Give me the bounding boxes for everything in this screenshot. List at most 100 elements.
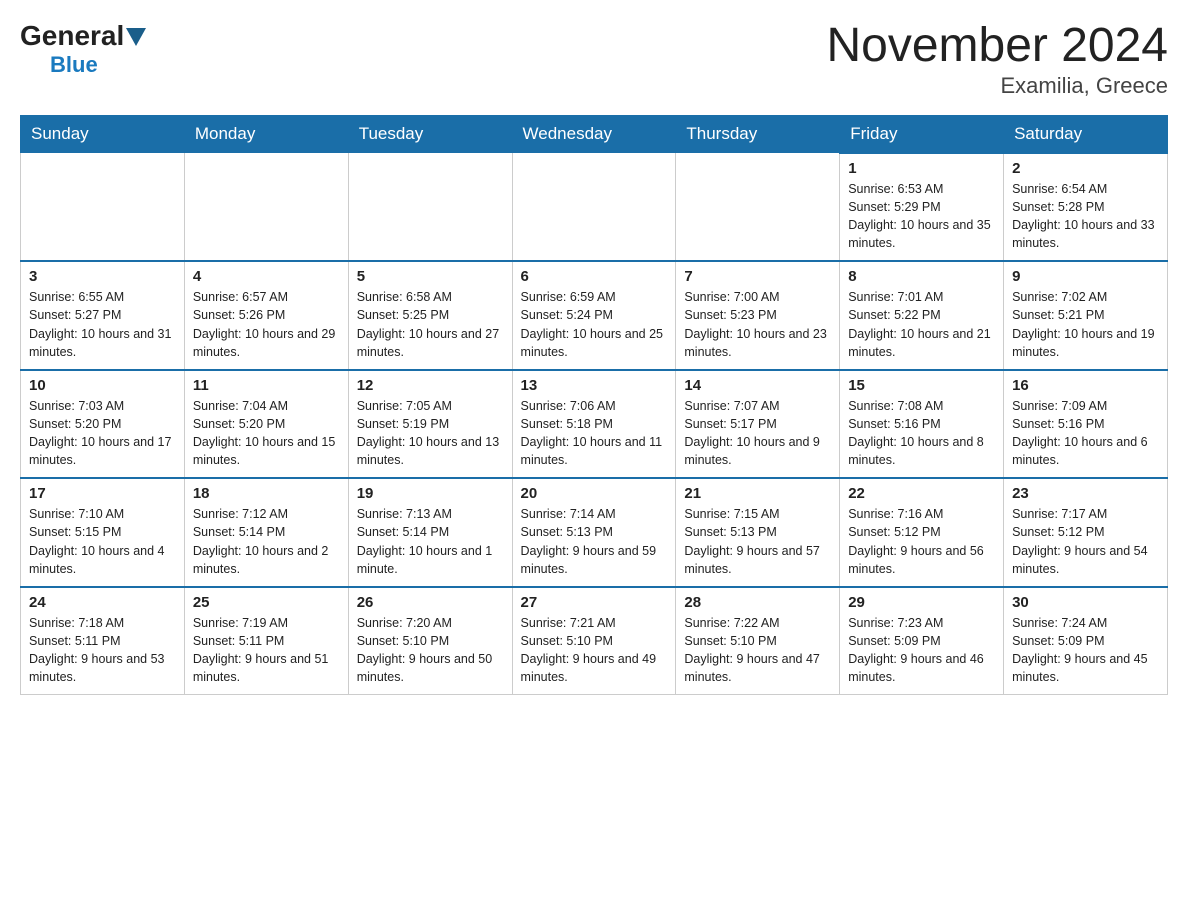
col-monday: Monday <box>184 115 348 153</box>
table-row: 1 Sunrise: 6:53 AM Sunset: 5:29 PM Daylig… <box>840 153 1004 262</box>
table-row: 5Sunrise: 6:58 AM Sunset: 5:25 PM Daylig… <box>348 261 512 370</box>
logo-triangle-icon <box>126 28 146 46</box>
calendar-week-row: 3Sunrise: 6:55 AM Sunset: 5:27 PM Daylig… <box>21 261 1168 370</box>
col-thursday: Thursday <box>676 115 840 153</box>
table-row <box>21 153 185 262</box>
day-number: 17 <box>29 485 176 502</box>
table-row <box>676 153 840 262</box>
day-number: 29 <box>848 594 995 611</box>
table-row: 19 Sunrise: 7:13 AM Sunset: 5:14 PM Dayli… <box>348 478 512 587</box>
day-info: Sunrise: 7:02 AM Sunset: 5:21 PM Dayligh… <box>1012 288 1159 361</box>
day-info: Sunrise: 7:07 AM Sunset: 5:17 PM Dayligh… <box>684 397 831 470</box>
table-row: 7Sunrise: 7:00 AM Sunset: 5:23 PM Daylig… <box>676 261 840 370</box>
day-info: Sunrise: 7:09 AM Sunset: 5:16 PM Dayligh… <box>1012 397 1159 470</box>
day-number: 9 <box>1012 268 1159 285</box>
table-row: 23 Sunrise: 7:17 AM Sunset: 5:12 PM Dayli… <box>1004 478 1168 587</box>
title-section: November 2024 Examilia, Greece <box>826 20 1168 99</box>
day-number: 12 <box>357 377 504 394</box>
table-row: 8 Sunrise: 7:01 AM Sunset: 5:22 PM Daylig… <box>840 261 1004 370</box>
table-row: 13Sunrise: 7:06 AM Sunset: 5:18 PM Dayli… <box>512 370 676 479</box>
table-row: 25Sunrise: 7:19 AM Sunset: 5:11 PM Dayli… <box>184 587 348 695</box>
day-info: Sunrise: 7:08 AM Sunset: 5:16 PM Dayligh… <box>848 397 995 470</box>
table-row: 17 Sunrise: 7:10 AM Sunset: 5:15 PM Dayli… <box>21 478 185 587</box>
table-row: 21 Sunrise: 7:15 AM Sunset: 5:13 PM Dayli… <box>676 478 840 587</box>
table-row <box>512 153 676 262</box>
blue-label: Blue <box>50 52 98 77</box>
calendar-week-row: 17 Sunrise: 7:10 AM Sunset: 5:15 PM Dayli… <box>21 478 1168 587</box>
table-row: 28 Sunrise: 7:22 AM Sunset: 5:10 PM Dayli… <box>676 587 840 695</box>
col-friday: Friday <box>840 115 1004 153</box>
day-number: 1 <box>848 160 995 177</box>
day-info: Sunrise: 7:13 AM Sunset: 5:14 PM Dayligh… <box>357 505 504 578</box>
day-info: Sunrise: 7:05 AM Sunset: 5:19 PM Dayligh… <box>357 397 504 470</box>
day-number: 3 <box>29 268 176 285</box>
day-info: Sunrise: 7:04 AM Sunset: 5:20 PM Dayligh… <box>193 397 340 470</box>
day-number: 6 <box>521 268 668 285</box>
day-number: 4 <box>193 268 340 285</box>
table-row <box>184 153 348 262</box>
day-info: Sunrise: 7:20 AM Sunset: 5:10 PM Dayligh… <box>357 614 504 687</box>
day-number: 20 <box>521 485 668 502</box>
day-info: Sunrise: 7:01 AM Sunset: 5:22 PM Dayligh… <box>848 288 995 361</box>
day-number: 19 <box>357 485 504 502</box>
day-info: Sunrise: 6:57 AM Sunset: 5:26 PM Dayligh… <box>193 288 340 361</box>
day-number: 22 <box>848 485 995 502</box>
table-row: 22Sunrise: 7:16 AM Sunset: 5:12 PM Dayli… <box>840 478 1004 587</box>
day-number: 16 <box>1012 377 1159 394</box>
day-info: Sunrise: 7:21 AM Sunset: 5:10 PM Dayligh… <box>521 614 668 687</box>
calendar-header-row: Sunday Monday Tuesday Wednesday Thursday… <box>21 115 1168 153</box>
day-number: 26 <box>357 594 504 611</box>
day-info: Sunrise: 7:24 AM Sunset: 5:09 PM Dayligh… <box>1012 614 1159 687</box>
table-row: 16 Sunrise: 7:09 AM Sunset: 5:16 PM Dayli… <box>1004 370 1168 479</box>
table-row: 18 Sunrise: 7:12 AM Sunset: 5:14 PM Dayli… <box>184 478 348 587</box>
day-number: 18 <box>193 485 340 502</box>
day-info: Sunrise: 7:12 AM Sunset: 5:14 PM Dayligh… <box>193 505 340 578</box>
day-info: Sunrise: 6:59 AM Sunset: 5:24 PM Dayligh… <box>521 288 668 361</box>
day-number: 23 <box>1012 485 1159 502</box>
general-label: General <box>20 20 124 51</box>
month-year-heading: November 2024 <box>826 20 1168 73</box>
table-row: 4 Sunrise: 6:57 AM Sunset: 5:26 PM Daylig… <box>184 261 348 370</box>
col-wednesday: Wednesday <box>512 115 676 153</box>
table-row: 3Sunrise: 6:55 AM Sunset: 5:27 PM Daylig… <box>21 261 185 370</box>
table-row: 24 Sunrise: 7:18 AM Sunset: 5:11 PM Dayli… <box>21 587 185 695</box>
day-number: 14 <box>684 377 831 394</box>
logo: General Blue <box>20 20 146 78</box>
day-number: 2 <box>1012 160 1159 177</box>
calendar-week-row: 1 Sunrise: 6:53 AM Sunset: 5:29 PM Daylig… <box>21 153 1168 262</box>
day-info: Sunrise: 7:10 AM Sunset: 5:15 PM Dayligh… <box>29 505 176 578</box>
col-saturday: Saturday <box>1004 115 1168 153</box>
table-row: 10 Sunrise: 7:03 AM Sunset: 5:20 PM Dayli… <box>21 370 185 479</box>
calendar-table: Sunday Monday Tuesday Wednesday Thursday… <box>20 115 1168 696</box>
day-number: 27 <box>521 594 668 611</box>
day-info: Sunrise: 6:58 AM Sunset: 5:25 PM Dayligh… <box>357 288 504 361</box>
day-info: Sunrise: 7:15 AM Sunset: 5:13 PM Dayligh… <box>684 505 831 578</box>
day-number: 10 <box>29 377 176 394</box>
day-info: Sunrise: 7:19 AM Sunset: 5:11 PM Dayligh… <box>193 614 340 687</box>
calendar-week-row: 10 Sunrise: 7:03 AM Sunset: 5:20 PM Dayli… <box>21 370 1168 479</box>
location-label: Examilia, Greece <box>826 73 1168 99</box>
day-number: 30 <box>1012 594 1159 611</box>
logo-general-text: General <box>20 20 146 52</box>
day-info: Sunrise: 7:17 AM Sunset: 5:12 PM Dayligh… <box>1012 505 1159 578</box>
day-number: 24 <box>29 594 176 611</box>
day-info: Sunrise: 6:54 AM Sunset: 5:28 PM Dayligh… <box>1012 180 1159 253</box>
day-info: Sunrise: 7:03 AM Sunset: 5:20 PM Dayligh… <box>29 397 176 470</box>
day-info: Sunrise: 6:53 AM Sunset: 5:29 PM Dayligh… <box>848 180 995 253</box>
table-row: 29 Sunrise: 7:23 AM Sunset: 5:09 PM Dayli… <box>840 587 1004 695</box>
logo-blue-text: Blue <box>20 52 98 78</box>
day-number: 7 <box>684 268 831 285</box>
table-row: 27 Sunrise: 7:21 AM Sunset: 5:10 PM Dayli… <box>512 587 676 695</box>
col-sunday: Sunday <box>21 115 185 153</box>
table-row: 11Sunrise: 7:04 AM Sunset: 5:20 PM Dayli… <box>184 370 348 479</box>
table-row: 30 Sunrise: 7:24 AM Sunset: 5:09 PM Dayli… <box>1004 587 1168 695</box>
day-number: 28 <box>684 594 831 611</box>
day-number: 21 <box>684 485 831 502</box>
table-row: 12 Sunrise: 7:05 AM Sunset: 5:19 PM Dayli… <box>348 370 512 479</box>
col-tuesday: Tuesday <box>348 115 512 153</box>
day-number: 8 <box>848 268 995 285</box>
day-info: Sunrise: 7:22 AM Sunset: 5:10 PM Dayligh… <box>684 614 831 687</box>
table-row: 6 Sunrise: 6:59 AM Sunset: 5:24 PM Daylig… <box>512 261 676 370</box>
day-info: Sunrise: 7:23 AM Sunset: 5:09 PM Dayligh… <box>848 614 995 687</box>
day-info: Sunrise: 7:18 AM Sunset: 5:11 PM Dayligh… <box>29 614 176 687</box>
